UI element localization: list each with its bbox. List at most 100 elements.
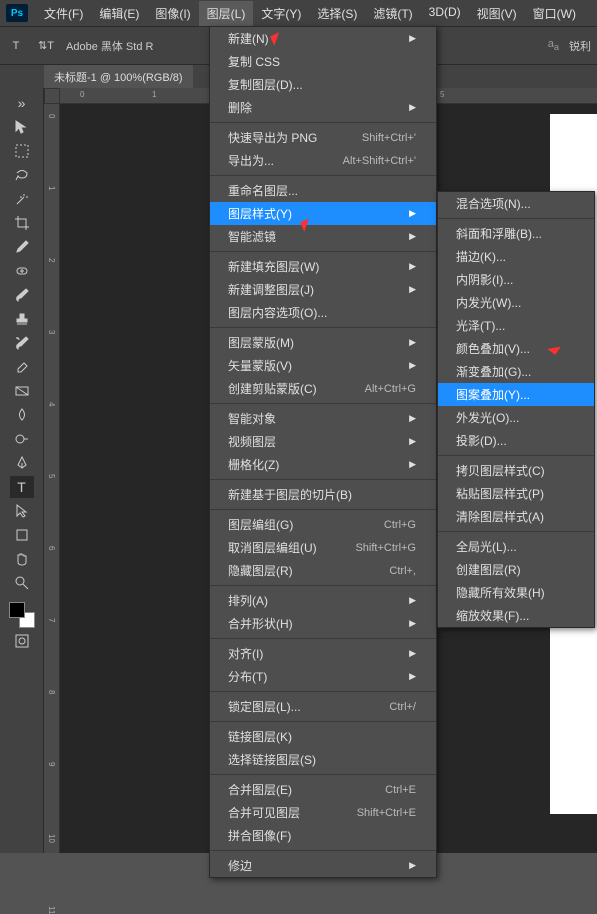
menu-item[interactable]: 栅格化(Z)▶ <box>210 453 436 476</box>
submenu-arrow-icon: ▶ <box>409 413 416 424</box>
menu-item[interactable]: 隐藏图层(R)Ctrl+, <box>210 559 436 582</box>
menu-item[interactable]: 渐变叠加(G)... <box>438 360 594 383</box>
zoom-tool[interactable] <box>10 572 34 594</box>
text-tool-icon: T <box>6 36 26 56</box>
text-tool[interactable]: T <box>10 476 34 498</box>
menu-item[interactable]: 分布(T) ▶ <box>210 665 436 688</box>
menu-item[interactable]: 复制 CSS <box>210 50 436 73</box>
menubar-item[interactable]: 文字(Y) <box>253 1 309 26</box>
menu-item[interactable]: 图层内容选项(O)... <box>210 301 436 324</box>
menubar-item[interactable]: 选择(S) <box>309 1 365 26</box>
dodge-tool[interactable] <box>10 428 34 450</box>
submenu-arrow-icon: ▶ <box>409 671 416 682</box>
menu-separator <box>210 774 436 775</box>
menubar-item[interactable]: 图像(I) <box>147 1 198 26</box>
menu-item[interactable]: 拷贝图层样式(C) <box>438 459 594 482</box>
menubar-item[interactable]: 图层(L) <box>199 1 254 26</box>
brush-tool[interactable] <box>10 284 34 306</box>
menubar-item[interactable]: 窗口(W) <box>525 1 584 26</box>
quickmask-tool[interactable] <box>10 630 34 652</box>
menubar-item[interactable]: 编辑(E) <box>91 1 147 26</box>
menu-item[interactable]: 全局光(L)... <box>438 535 594 558</box>
menu-item[interactable]: 混合选项(N)... <box>438 192 594 215</box>
menu-item[interactable]: 斜面和浮雕(B)... <box>438 222 594 245</box>
menu-item[interactable]: 删除▶ <box>210 96 436 119</box>
menu-item[interactable]: 复制图层(D)... <box>210 73 436 96</box>
menu-item[interactable]: 粘贴图层样式(P) <box>438 482 594 505</box>
menu-item[interactable]: 新建填充图层(W)▶ <box>210 255 436 278</box>
menu-item[interactable]: 清除图层样式(A) <box>438 505 594 528</box>
font-selector[interactable]: Adobe 黑体 Std R <box>66 38 166 54</box>
crop-tool[interactable] <box>10 212 34 234</box>
menu-item[interactable]: 内阴影(I)... <box>438 268 594 291</box>
wand-tool[interactable] <box>10 188 34 210</box>
menu-item[interactable]: 创建剪贴蒙版(C)Alt+Ctrl+G <box>210 377 436 400</box>
color-swatch[interactable] <box>9 602 35 628</box>
history-brush-tool[interactable] <box>10 332 34 354</box>
menu-item[interactable]: 描边(K)... <box>438 245 594 268</box>
menubar-item[interactable]: 滤镜(T) <box>365 1 420 26</box>
menu-item[interactable]: 锁定图层(L)...Ctrl+/ <box>210 695 436 718</box>
menu-item[interactable]: 合并可见图层Shift+Ctrl+E <box>210 801 436 824</box>
menu-item[interactable]: 选择链接图层(S) <box>210 748 436 771</box>
menubar-item[interactable]: 视图(V) <box>469 1 525 26</box>
menu-item[interactable]: 智能对象▶ <box>210 407 436 430</box>
menu-item[interactable]: 缩放效果(F)... <box>438 604 594 627</box>
menu-item[interactable]: 图层样式(Y)▶ <box>210 202 436 225</box>
lasso-tool[interactable] <box>10 164 34 186</box>
eraser-tool[interactable] <box>10 356 34 378</box>
menu-item[interactable]: 链接图层(K) <box>210 725 436 748</box>
marquee-tool[interactable] <box>10 140 34 162</box>
menu-item[interactable]: 快速导出为 PNGShift+Ctrl+' <box>210 126 436 149</box>
menu-item[interactable]: 图案叠加(Y)... <box>438 383 594 406</box>
orientation-icon[interactable]: ⇅T <box>36 36 56 56</box>
gradient-tool[interactable] <box>10 380 34 402</box>
collapse-icon[interactable]: » <box>10 92 34 114</box>
menu-item[interactable]: 投影(D)... <box>438 429 594 452</box>
foreground-color[interactable] <box>9 602 25 618</box>
menu-item[interactable]: 修边▶ <box>210 854 436 877</box>
eyedropper-tool[interactable] <box>10 236 34 258</box>
menu-item[interactable]: 视频图层▶ <box>210 430 436 453</box>
menu-item[interactable]: 外发光(O)... <box>438 406 594 429</box>
blur-tool[interactable] <box>10 404 34 426</box>
menu-item-label: 取消图层编组(U) <box>228 539 317 556</box>
menu-item-label: 合并图层(E) <box>228 781 292 798</box>
menu-item[interactable]: 光泽(T)... <box>438 314 594 337</box>
menu-item[interactable]: 创建图层(R) <box>438 558 594 581</box>
menu-item[interactable]: 颜色叠加(V)... <box>438 337 594 360</box>
menu-item-label: 分布(T) <box>228 668 267 685</box>
menu-item[interactable]: 新建基于图层的切片(B) <box>210 483 436 506</box>
path-select-tool[interactable] <box>10 500 34 522</box>
menu-item[interactable]: 矢量蒙版(V)▶ <box>210 354 436 377</box>
menu-item[interactable]: 图层蒙版(M)▶ <box>210 331 436 354</box>
menu-item[interactable]: 图层编组(G)Ctrl+G <box>210 513 436 536</box>
move-tool[interactable] <box>10 116 34 138</box>
menu-item[interactable]: 对齐(I)▶ <box>210 642 436 665</box>
heal-tool[interactable] <box>10 260 34 282</box>
menu-item[interactable]: 取消图层编组(U)Shift+Ctrl+G <box>210 536 436 559</box>
pen-tool[interactable] <box>10 452 34 474</box>
menu-item[interactable]: 智能滤镜▶ <box>210 225 436 248</box>
shape-tool[interactable] <box>10 524 34 546</box>
menu-item-label: 图层蒙版(M) <box>228 334 294 351</box>
stamp-tool[interactable] <box>10 308 34 330</box>
menu-item-label: 隐藏图层(R) <box>228 562 293 579</box>
menu-item[interactable]: 重命名图层... <box>210 179 436 202</box>
menu-item[interactable]: 导出为...Alt+Shift+Ctrl+' <box>210 149 436 172</box>
menu-item[interactable]: 内发光(W)... <box>438 291 594 314</box>
menu-item[interactable]: 新建(N)▶ <box>210 27 436 50</box>
menu-item[interactable]: 合并图层(E)Ctrl+E <box>210 778 436 801</box>
menu-item[interactable]: 隐藏所有效果(H) <box>438 581 594 604</box>
antialias-selector[interactable]: 锐利 <box>569 38 591 54</box>
menubar-item[interactable]: 文件(F) <box>36 1 91 26</box>
submenu-arrow-icon: ▶ <box>409 284 416 295</box>
menu-item[interactable]: 合并形状(H)▶ <box>210 612 436 635</box>
menubar-item[interactable]: 3D(D) <box>421 1 469 26</box>
menu-item-label: 渐变叠加(G)... <box>456 363 531 380</box>
menu-item[interactable]: 排列(A)▶ <box>210 589 436 612</box>
menu-item[interactable]: 新建调整图层(J)▶ <box>210 278 436 301</box>
document-tab[interactable]: 未标题-1 @ 100%(RGB/8) <box>44 65 193 89</box>
hand-tool[interactable] <box>10 548 34 570</box>
menu-item[interactable]: 拼合图像(F) <box>210 824 436 847</box>
